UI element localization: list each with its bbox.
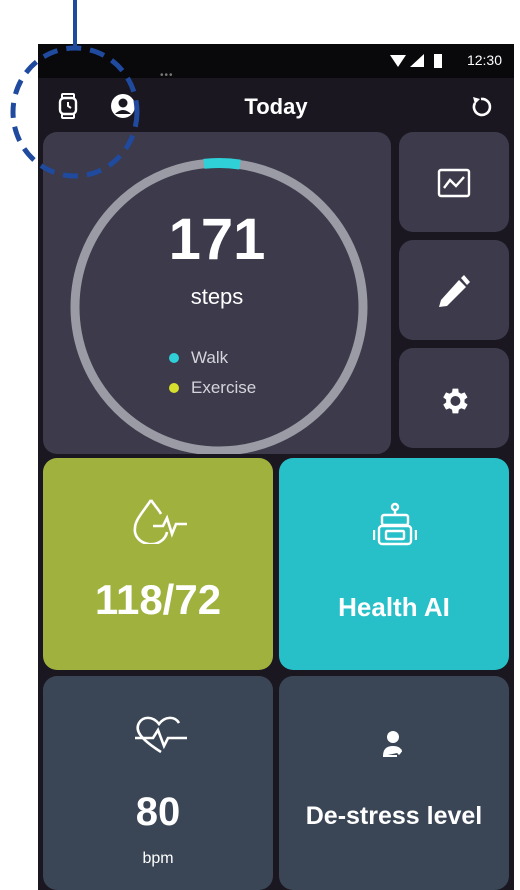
annotation-dashed-ellipse	[10, 45, 140, 179]
annotation-callout	[10, 0, 140, 179]
